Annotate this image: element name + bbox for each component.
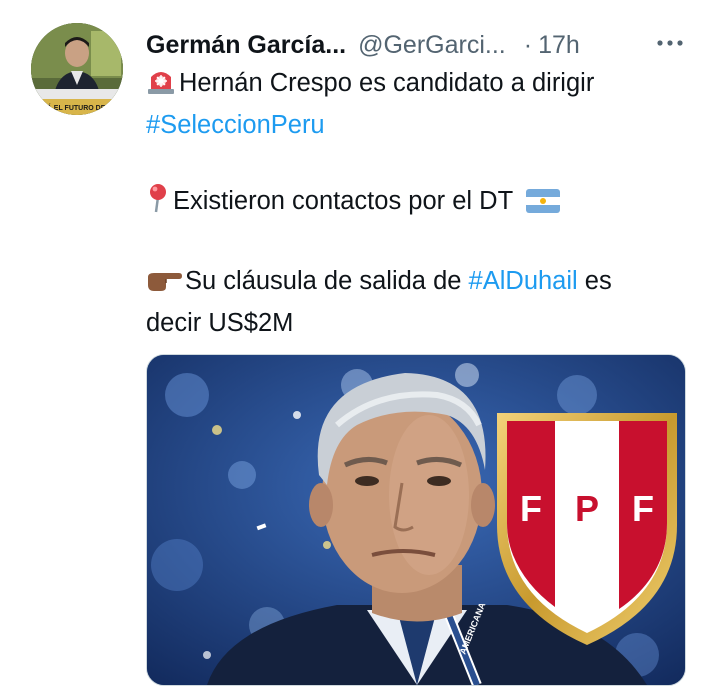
argentina-flag-icon (525, 186, 560, 224)
pointing-right-hand-icon (146, 266, 182, 304)
separator-dot: · (523, 30, 533, 59)
tweet-line-4: Su cláusula de salida de #AlDuhail es (146, 262, 686, 304)
more-options-button[interactable] (652, 30, 688, 56)
tweet-line-1: Hernán Crespo es candidato a dirigir (146, 64, 686, 106)
author-name[interactable]: Germán García... (146, 31, 346, 60)
tweet-media-photo[interactable]: AMERICANA F P F (146, 354, 686, 686)
tweet-line-5: decir US$2M (146, 309, 294, 337)
badge-letter-2: P (575, 488, 599, 529)
tweet[interactable]: SERÁ EL FUTURO DE DAV Germán García... @… (0, 0, 719, 696)
avatar-image: SERÁ EL FUTURO DE DAV (31, 23, 123, 115)
tweet-line-3: Existieron contactos por el DT (146, 182, 686, 224)
tweet-timestamp[interactable]: 17h (538, 31, 580, 60)
badge-letter-1: F (520, 488, 542, 529)
more-horizontal-icon (657, 40, 683, 46)
tweet-header: Germán García... @GerGarci... · 17h (146, 28, 696, 62)
tweet-line-4-tail: es (584, 267, 612, 295)
avatar-caption: SERÁ EL FUTURO DE DAV (32, 103, 122, 112)
author-handle[interactable]: @GerGarci... (358, 31, 506, 60)
tweet-line-4-text: Su cláusula de salida de (185, 267, 462, 295)
round-pushpin-icon (146, 183, 170, 224)
tweet-line-3-text: Existieron contactos por el DT (173, 187, 513, 215)
tweet-line-2: #SeleccionPeru (146, 106, 686, 144)
hashtag-seleccionperu-link[interactable]: #SeleccionPeru (146, 111, 325, 139)
hashtag-alduhail-link[interactable]: #AlDuhail (469, 267, 578, 295)
author-avatar[interactable]: SERÁ EL FUTURO DE DAV (31, 23, 123, 115)
tweet-text: Hernán Crespo es candidato a dirigir #Se… (146, 64, 686, 342)
photo-image: AMERICANA F P F (147, 355, 685, 685)
badge-letter-3: F (632, 488, 654, 529)
rotating-light-icon (146, 67, 176, 106)
tweet-line-1-text: Hernán Crespo es candidato a dirigir (179, 69, 595, 97)
